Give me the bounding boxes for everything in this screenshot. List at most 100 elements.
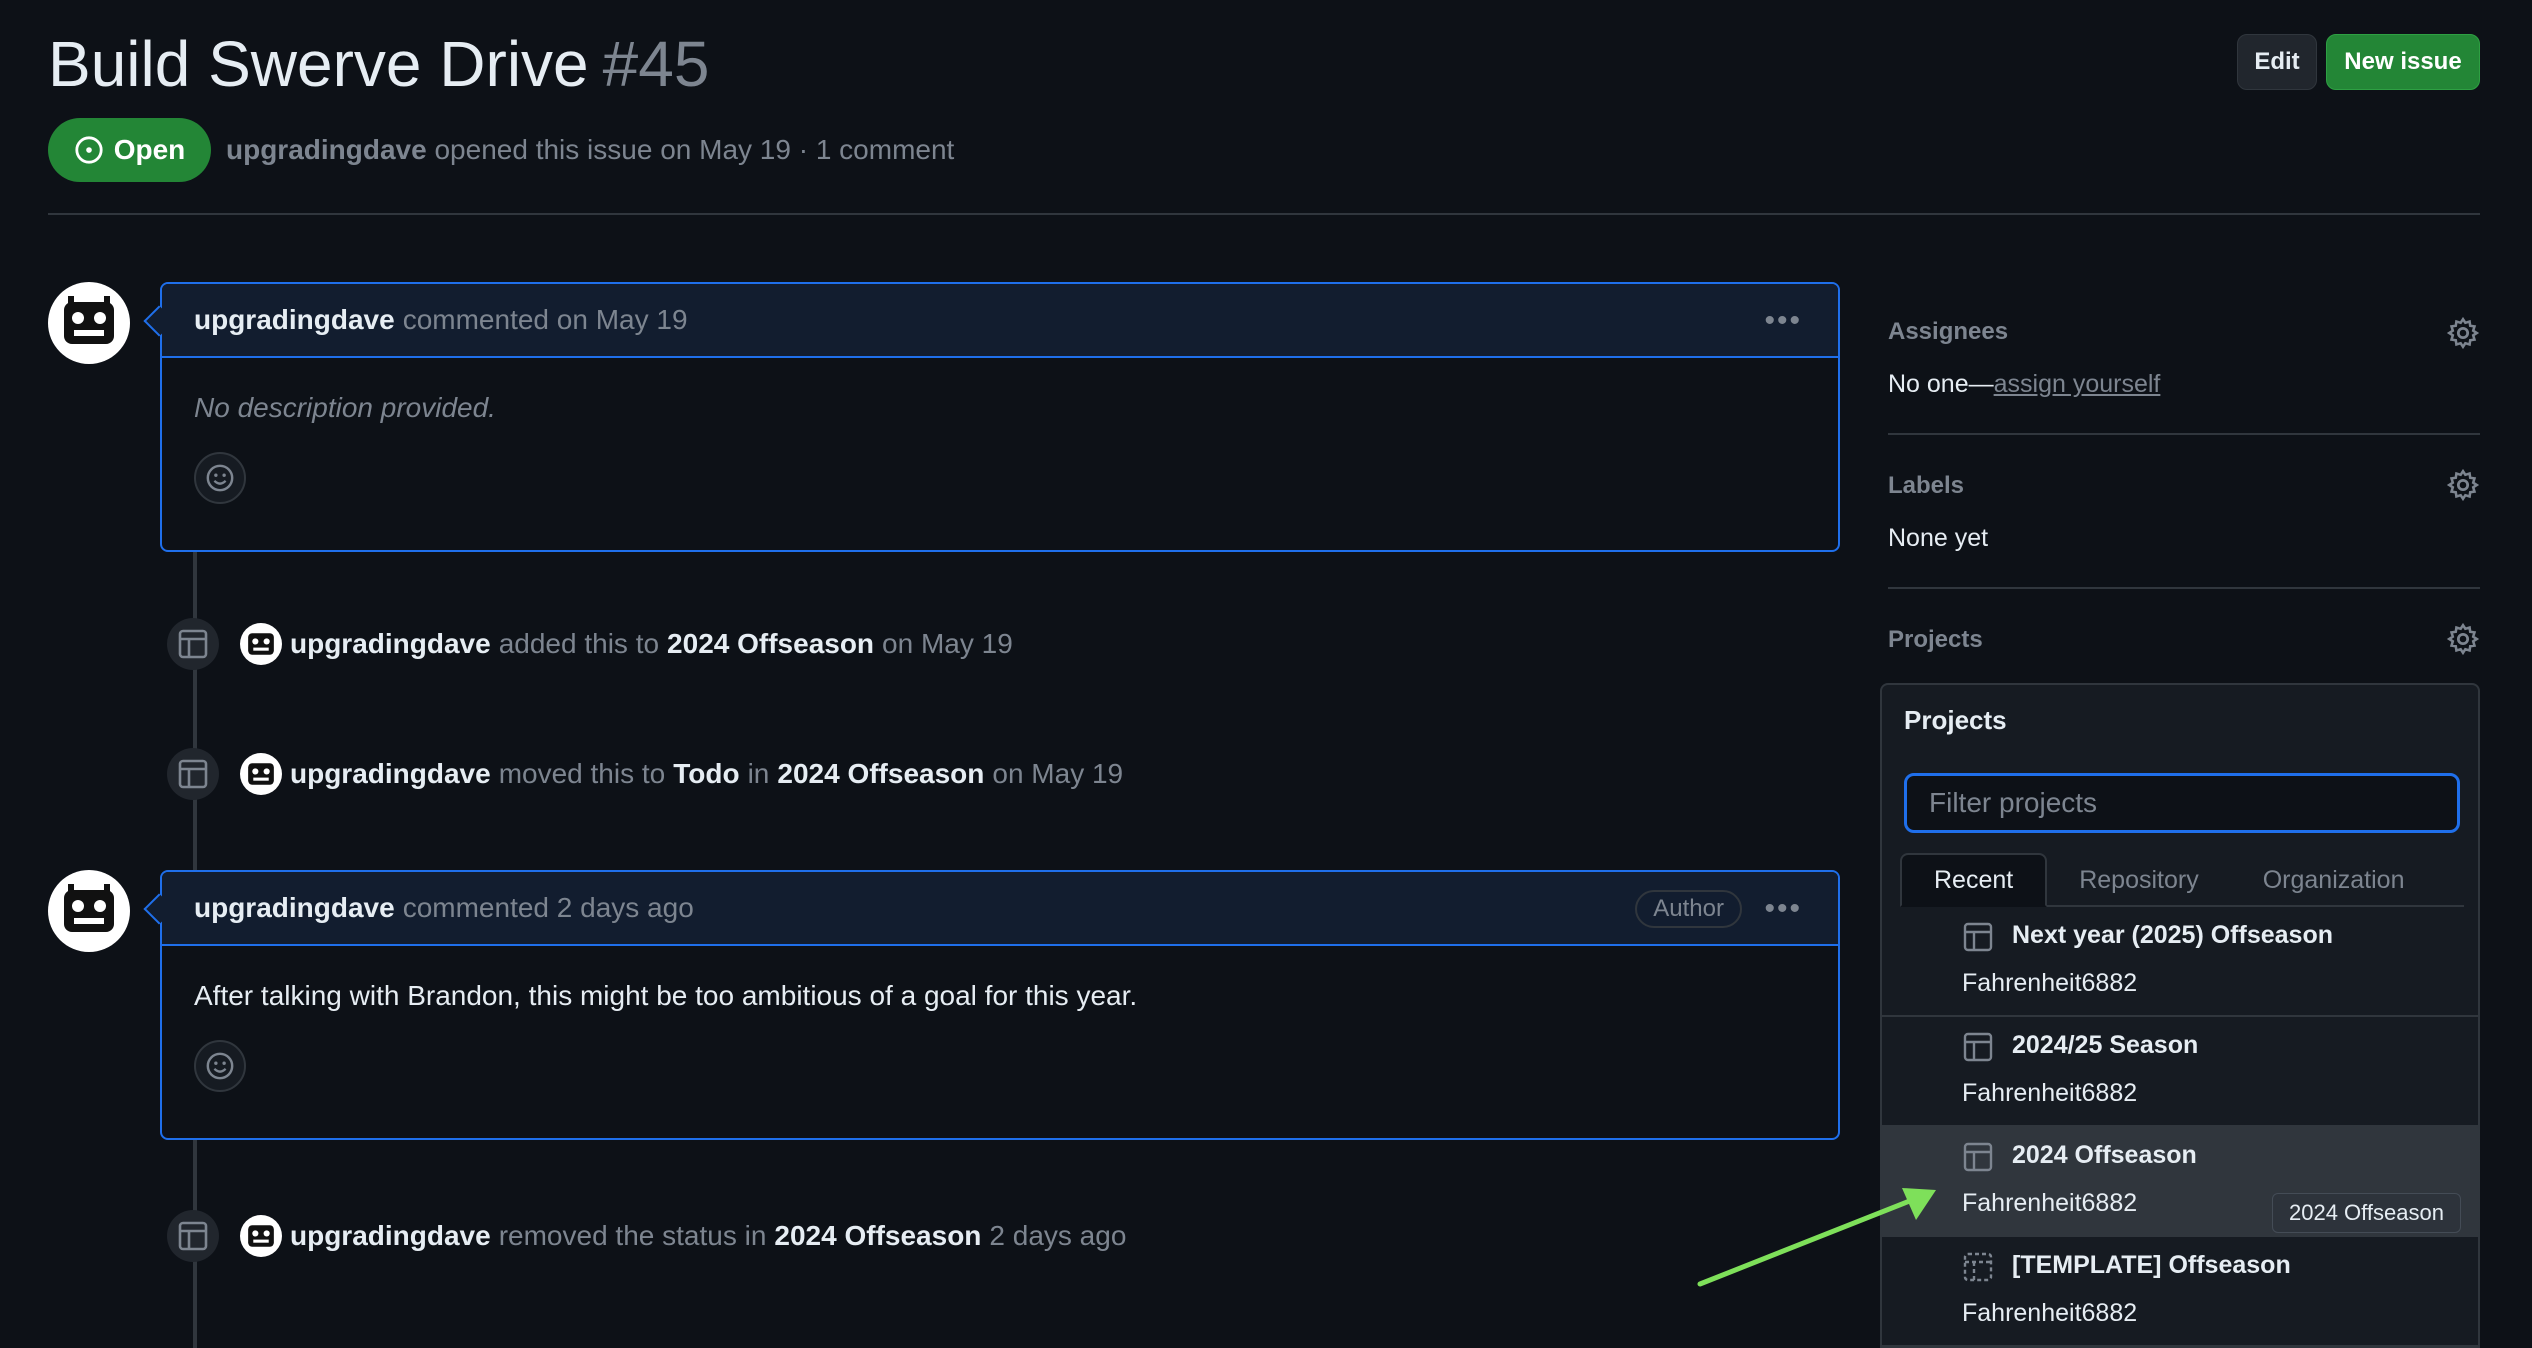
comment-body: No description provided. bbox=[162, 358, 1838, 504]
project-owner: Fahrenheit6882 bbox=[1962, 1189, 2138, 1217]
kebab-menu-icon[interactable]: ••• bbox=[1764, 892, 1802, 926]
author-badge: Author bbox=[1635, 890, 1742, 928]
assignees-none-text: No one— bbox=[1888, 370, 1994, 398]
event-actor[interactable]: upgradingdave bbox=[290, 758, 491, 790]
comment-text: No description provided. bbox=[194, 392, 496, 423]
event-text: added this to bbox=[498, 628, 660, 659]
event-status: Todo bbox=[673, 758, 740, 789]
project-owner: Fahrenheit6882 bbox=[1962, 1299, 2138, 1327]
project-event-icon bbox=[167, 1210, 219, 1262]
labels-heading: Labels bbox=[1888, 472, 1965, 499]
comment-author[interactable]: upgradingdave bbox=[194, 892, 395, 924]
event-time[interactable]: on May 19 bbox=[882, 628, 1013, 660]
assignees-heading: Assignees bbox=[1888, 318, 2009, 345]
event-time[interactable]: on May 19 bbox=[992, 758, 1123, 790]
project-name: Next year (2025) Offseason bbox=[2012, 921, 2333, 949]
event-project[interactable]: 2024 Offseason bbox=[774, 1220, 981, 1252]
assign-yourself-link[interactable]: assign yourself bbox=[1994, 370, 2161, 398]
comment-body: After talking with Brandon, this might b… bbox=[162, 946, 1838, 1092]
comment-timestamp[interactable]: commented on May 19 bbox=[403, 304, 688, 336]
avatar[interactable] bbox=[48, 282, 130, 364]
project-event-icon bbox=[167, 618, 219, 670]
projects-heading: Projects bbox=[1888, 626, 1983, 653]
event-project[interactable]: 2024 Offseason bbox=[667, 628, 874, 660]
avatar-image bbox=[64, 296, 114, 344]
gear-icon[interactable] bbox=[2446, 468, 2480, 502]
table-icon bbox=[1963, 922, 1993, 952]
event-text: in bbox=[747, 758, 770, 789]
labels-value: None yet bbox=[1888, 524, 1989, 552]
filter-projects-input[interactable] bbox=[1904, 773, 2460, 833]
issue-title-text: Build Swerve Drive bbox=[48, 28, 589, 100]
sidebar-divider bbox=[1888, 587, 2480, 589]
issue-meta: upgradingdave opened this issue on May 1… bbox=[226, 132, 954, 168]
dropdown-title: Projects bbox=[1904, 705, 2007, 735]
comment-author[interactable]: upgradingdave bbox=[194, 304, 395, 336]
avatar[interactable] bbox=[240, 1215, 282, 1257]
timeline-event: upgradingdave removed the status in 2024… bbox=[240, 1214, 1126, 1258]
project-event-icon bbox=[167, 748, 219, 800]
event-actor[interactable]: upgradingdave bbox=[290, 628, 491, 660]
edit-button[interactable]: Edit bbox=[2237, 34, 2317, 90]
comment-box: upgradingdave commented 2 days ago Autho… bbox=[143, 870, 1840, 1140]
comment-box: upgradingdave commented on May 19 ••• No… bbox=[143, 282, 1840, 552]
add-reaction-button[interactable] bbox=[194, 1040, 246, 1092]
project-name: 2024/25 Season bbox=[2012, 1031, 2199, 1059]
project-item[interactable]: [TEMPLATE] Offseason Fahrenheit6882 bbox=[1882, 1237, 2478, 1346]
table-icon bbox=[1963, 1142, 1993, 1172]
comment-pointer bbox=[143, 893, 175, 925]
project-name: [TEMPLATE] Offseason bbox=[2012, 1251, 2291, 1279]
project-owner: Fahrenheit6882 bbox=[1962, 1079, 2138, 1107]
avatar[interactable] bbox=[240, 623, 282, 665]
issue-number: #45 bbox=[602, 28, 710, 100]
project-owner: Fahrenheit6882 bbox=[1962, 969, 2138, 997]
gear-icon[interactable] bbox=[2446, 316, 2480, 350]
avatar-image bbox=[248, 633, 274, 655]
avatar-image bbox=[248, 1225, 274, 1247]
project-item[interactable]: Next year (2025) Offseason Fahrenheit688… bbox=[1882, 907, 2478, 1017]
event-text: removed the status in bbox=[498, 1220, 767, 1251]
annotation-arrow bbox=[1697, 1188, 1936, 1287]
event-project[interactable]: 2024 Offseason bbox=[777, 758, 984, 790]
add-reaction-button[interactable] bbox=[194, 452, 246, 504]
smiley-icon bbox=[206, 1052, 234, 1080]
project-name: 2024 Offseason bbox=[2012, 1141, 2197, 1169]
template-icon bbox=[1963, 1252, 1993, 1282]
assignees-value: No one—assign yourself bbox=[1888, 370, 2160, 399]
tab-repository[interactable]: Repository bbox=[2047, 853, 2231, 907]
new-issue-button[interactable]: New issue bbox=[2326, 34, 2480, 90]
event-time[interactable]: 2 days ago bbox=[989, 1220, 1126, 1252]
project-item[interactable]: 2024/25 Season Fahrenheit6882 bbox=[1882, 1017, 2478, 1127]
timeline-line bbox=[193, 552, 197, 870]
timeline-event: upgradingdave moved this to Todo in 2024… bbox=[240, 752, 1123, 796]
comment-header: upgradingdave commented 2 days ago Autho… bbox=[143, 872, 1838, 946]
issue-state-badge: Open bbox=[48, 118, 211, 182]
avatar-image bbox=[248, 763, 274, 785]
comment-header: upgradingdave commented on May 19 ••• bbox=[143, 284, 1838, 358]
issue-author-link[interactable]: upgradingdave bbox=[226, 134, 427, 165]
tab-recent[interactable]: Recent bbox=[1900, 853, 2048, 907]
avatar[interactable] bbox=[48, 870, 130, 952]
tab-organization[interactable]: Organization bbox=[2231, 853, 2437, 907]
event-actor[interactable]: upgradingdave bbox=[290, 1220, 491, 1252]
gear-icon[interactable] bbox=[2446, 622, 2480, 656]
issue-title: Build Swerve Drive #45 bbox=[48, 24, 709, 104]
project-tooltip: 2024 Offseason bbox=[2272, 1193, 2461, 1233]
issue-opened-icon bbox=[75, 136, 103, 164]
kebab-menu-icon[interactable]: ••• bbox=[1764, 304, 1802, 338]
table-icon bbox=[1963, 1032, 1993, 1062]
avatar-image bbox=[64, 884, 114, 932]
header-divider bbox=[48, 213, 2480, 215]
table-icon bbox=[178, 1221, 208, 1251]
issue-meta-text: opened this issue on May 19 · 1 comment bbox=[434, 134, 955, 165]
issue-state-label: Open bbox=[113, 134, 186, 165]
sidebar-divider bbox=[1888, 433, 2480, 435]
smiley-icon bbox=[206, 464, 234, 492]
comment-text: After talking with Brandon, this might b… bbox=[194, 980, 1138, 1011]
avatar[interactable] bbox=[240, 753, 282, 795]
table-icon bbox=[178, 629, 208, 659]
dropdown-tabs: Recent Repository Organization bbox=[1900, 853, 2464, 907]
projects-dropdown: Projects Recent Repository Organization … bbox=[1880, 683, 2480, 1348]
comment-pointer bbox=[143, 305, 175, 337]
comment-timestamp[interactable]: commented 2 days ago bbox=[403, 892, 694, 924]
